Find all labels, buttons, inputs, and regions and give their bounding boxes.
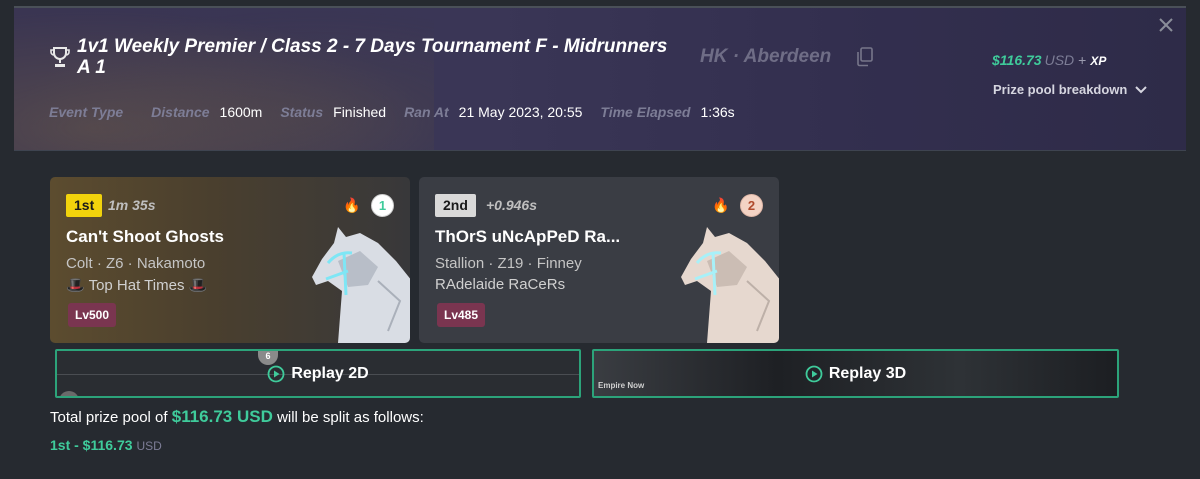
copy-icon[interactable] [856,47,874,67]
replay-3d-button[interactable]: Empire Now Replay 3D [592,349,1119,398]
prize-currency: USD [1044,52,1075,68]
replay-3d-label: Replay 3D [828,364,907,382]
fire-icon: 🔥 [343,197,361,213]
horse-name[interactable]: ThOrS uNcApPeD Ra... [435,227,620,247]
position-badge: 1st [66,194,103,217]
result-card-second[interactable]: 2nd +0.946s 🔥 2 ThOrS uNcApPeD Ra... Sta… [419,177,779,343]
close-icon[interactable] [1158,17,1174,33]
prize-pool-breakdown-label: Prize pool breakdown [993,82,1128,97]
finish-time: 1m 35s [108,197,156,213]
meta-value-status: Finished [333,104,387,120]
meta-label-ran-at: Ran At [404,104,449,120]
track-marker: 6 [258,351,278,365]
event-location: HK · Aberdeen [700,46,832,67]
level-badge: Lv500 [68,303,117,327]
fire-icon: 🔥 [712,197,730,213]
replay-2d-button[interactable]: 6 Replay 2D [55,349,581,398]
prize-split-text: Total prize pool of $116.73 USD will be … [50,407,424,427]
prize-summary: $116.73 USD + XP [992,52,1106,68]
horse-info: Stallion · Z19 · Finney [435,255,582,272]
split-amount: $116.73 USD [171,407,273,426]
meta-label-status: Status [280,104,324,120]
play-icon [805,365,823,382]
stable-name[interactable]: RAdelaide RaCeRs [435,276,565,293]
meta-label-distance: Distance [151,104,210,120]
gate-number: 1 [371,194,394,217]
event-title: 1v1 Weekly Premier / Class 2 - 7 Days To… [77,36,668,78]
trophy-icon [50,47,70,67]
payout-place-amount: 1st - $116.73 [50,437,133,453]
horse-info: Colt · Z6 · Nakamoto [66,255,206,272]
meta-label-event-type: Event Type [49,104,124,120]
payout-row: 1st - $116.73 USD [50,437,162,453]
chevron-down-icon [1135,85,1148,93]
event-header: 1v1 Weekly Premier / Class 2 - 7 Days To… [14,8,1186,151]
replay-2d-label: Replay 2D [291,364,369,382]
split-prefix: Total prize pool of [50,409,168,426]
meta-value-time-elapsed: 1:36s [700,104,735,120]
preview-overlay-text: Empire Now [598,381,645,390]
horse-name[interactable]: Can't Shoot Ghosts [66,227,224,247]
horse-avatar [681,227,779,343]
result-card-first[interactable]: 1st 1m 35s 🔥 1 Can't Shoot Ghosts Colt ·… [50,177,410,343]
track-marker-bottom [59,391,79,396]
meta-value-distance: 1600m [219,104,263,120]
stable-name[interactable]: 🎩 Top Hat Times 🎩 [66,276,207,294]
xp-label: XP [1090,54,1107,68]
payout-currency: USD [136,439,162,453]
play-icon [267,365,285,382]
horse-avatar [312,227,410,343]
split-suffix: will be split as follows: [277,409,424,426]
finish-time: +0.946s [486,197,537,213]
level-badge: Lv485 [437,303,486,327]
prize-amount: $116.73 [992,52,1042,68]
header-background-image [14,8,434,150]
prize-plus: + [1078,52,1087,68]
gate-number: 2 [740,194,763,217]
meta-label-time-elapsed: Time Elapsed [600,104,691,120]
prize-pool-breakdown-toggle[interactable]: Prize pool breakdown [993,82,1148,97]
position-badge: 2nd [435,194,476,217]
meta-value-ran-at: 21 May 2023, 20:55 [458,104,583,120]
event-meta: Event Type Distance 1600m Status Finishe… [49,104,753,120]
